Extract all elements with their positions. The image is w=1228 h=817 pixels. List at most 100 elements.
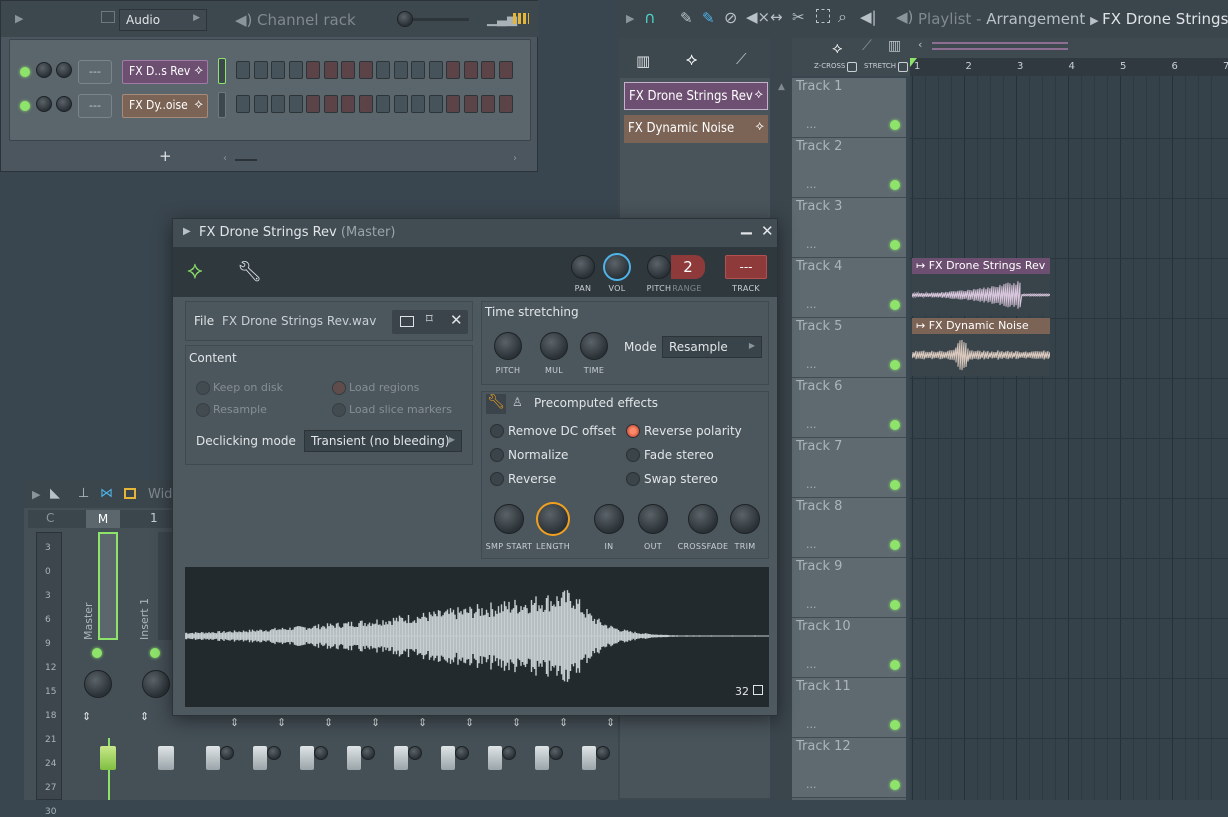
route-icon[interactable]: ⊥	[78, 486, 89, 501]
window-titlebar[interactable]: ▶ FX Drone Strings Rev (Master) ▁ ✕	[173, 219, 777, 247]
step-button[interactable]	[324, 61, 338, 79]
step-button[interactable]	[236, 95, 250, 113]
track-more-icon[interactable]: ...	[806, 658, 817, 671]
route-knob[interactable]	[502, 746, 516, 760]
playlist-grid[interactable]: ↦ FX Drone Strings Rev ↦ FX Dynamic Noise	[910, 76, 1228, 800]
effect-knob[interactable]	[494, 504, 524, 534]
step-button[interactable]	[271, 95, 285, 113]
close-icon[interactable]: ✕	[761, 222, 774, 240]
channel-mute-led[interactable]	[20, 67, 30, 77]
route-knob[interactable]	[361, 746, 375, 760]
scroll-up-icon[interactable]: ▲	[778, 82, 785, 92]
ts-pitch-knob[interactable]	[494, 332, 522, 360]
step-button[interactable]	[464, 95, 478, 113]
track-header[interactable]: Track 7...	[792, 438, 906, 498]
step-button[interactable]	[306, 61, 320, 79]
insert-fader[interactable]	[441, 746, 455, 770]
step-button[interactable]	[376, 61, 390, 79]
mixer-col-master[interactable]: M	[86, 510, 120, 528]
select-tool-icon[interactable]	[816, 9, 830, 23]
track-header[interactable]: Track 8...	[792, 498, 906, 558]
track-enable-led[interactable]	[890, 660, 900, 670]
load-slice-markers-radio[interactable]	[332, 403, 346, 417]
mic-icon[interactable]: ♙	[512, 395, 523, 409]
mode-dropdown[interactable]: Resample ▶	[662, 336, 762, 358]
scroll-left-icon[interactable]: ‹	[918, 38, 922, 51]
stereo-separation-icon[interactable]: ⇕	[82, 710, 91, 723]
scroll-left-icon[interactable]: ‹	[223, 153, 227, 164]
step-button[interactable]	[271, 61, 285, 79]
step-button[interactable]	[254, 61, 268, 79]
wrench-tab-icon[interactable]: 🔧︎	[237, 259, 262, 283]
route-knob[interactable]	[408, 746, 422, 760]
track-enable-led[interactable]	[890, 120, 900, 130]
wrench-icon[interactable]: 🔧︎	[486, 394, 506, 414]
step-button[interactable]	[499, 95, 513, 113]
step-button[interactable]	[394, 95, 408, 113]
playhead-marker[interactable]	[910, 58, 917, 67]
step-button[interactable]	[481, 95, 495, 113]
mixer-col-insert[interactable]: 1	[150, 511, 158, 525]
channel-volume-knob[interactable]	[56, 96, 72, 112]
effect-radio[interactable]	[490, 448, 504, 462]
track-more-icon[interactable]: ...	[806, 178, 817, 191]
paint-tool-icon[interactable]: ✎	[702, 9, 715, 27]
track-header[interactable]: Track 6...	[792, 378, 906, 438]
resample-radio[interactable]	[196, 403, 210, 417]
route-knob[interactable]	[220, 746, 234, 760]
track-more-icon[interactable]: ...	[806, 358, 817, 371]
swing-slider[interactable]	[397, 11, 471, 27]
slice-tool-icon[interactable]: ✂	[792, 8, 805, 26]
piano-icon[interactable]: ▥	[888, 38, 901, 54]
playlist-audio-clip[interactable]: ↦ FX Drone Strings Rev	[912, 258, 1050, 316]
pitch-range-value[interactable]: 2	[671, 255, 705, 279]
mute-tool-icon[interactable]: ◀×	[746, 8, 770, 26]
track-enable-led[interactable]	[890, 300, 900, 310]
master-meter[interactable]	[98, 532, 118, 640]
effect-knob[interactable]	[688, 504, 718, 534]
pencil-tool-icon[interactable]: ✎	[680, 9, 693, 27]
channel-select-indicator[interactable]	[218, 92, 226, 118]
step-button[interactable]	[446, 61, 460, 79]
route-knob[interactable]	[267, 746, 281, 760]
channel-mixer-track[interactable]: ---	[78, 94, 112, 118]
scroll-right-icon[interactable]: ›	[513, 153, 517, 164]
track-enable-led[interactable]	[890, 180, 900, 190]
track-enable-led[interactable]	[890, 240, 900, 250]
step-button[interactable]	[429, 95, 443, 113]
step-button[interactable]	[359, 95, 373, 113]
track-more-icon[interactable]: ...	[806, 478, 817, 491]
group-selector[interactable]: Audio ▶	[119, 9, 207, 31]
playlist-audio-clip[interactable]: ↦ FX Dynamic Noise	[912, 318, 1050, 376]
collapse-arrow-icon[interactable]: ▶	[15, 12, 23, 25]
master-pan-knob[interactable]	[84, 670, 112, 698]
track-header[interactable]: Track 1...	[792, 78, 906, 138]
folder-icon[interactable]	[101, 11, 115, 23]
track-more-icon[interactable]: ...	[806, 238, 817, 251]
playlist-overview-scrollbar[interactable]	[932, 42, 1068, 50]
step-button[interactable]	[289, 61, 303, 79]
effect-knob[interactable]	[536, 502, 570, 536]
track-more-icon[interactable]: ...	[806, 418, 817, 431]
stereo-separation-icon[interactable]: ⇕	[418, 716, 427, 729]
channel-mute-led[interactable]	[20, 101, 30, 111]
effect-radio[interactable]	[490, 424, 504, 438]
step-button[interactable]	[254, 95, 268, 113]
insert-fader[interactable]	[394, 746, 408, 770]
collapse-arrow-icon[interactable]: ▶	[183, 226, 191, 237]
step-button[interactable]	[324, 95, 338, 113]
bird-icon[interactable]: ◣	[50, 486, 60, 501]
layout-icon[interactable]	[124, 488, 136, 499]
step-button[interactable]	[394, 61, 408, 79]
collapse-arrow-icon[interactable]: ▶	[32, 488, 40, 501]
stereo-separation-icon[interactable]: ⇕	[371, 716, 380, 729]
track-enable-led[interactable]	[890, 540, 900, 550]
mixer-col-current[interactable]: C	[46, 511, 54, 525]
channel-mixer-track[interactable]: ---	[78, 60, 112, 84]
insert-fader[interactable]	[206, 746, 220, 770]
step-button[interactable]	[464, 61, 478, 79]
piano-roll-toggle-icon[interactable]	[513, 13, 529, 24]
insert-fader[interactable]	[300, 746, 314, 770]
file-name[interactable]: FX Drone Strings Rev.wav	[222, 314, 376, 328]
breadcrumb-arrangement[interactable]: Arrangement	[986, 10, 1085, 28]
